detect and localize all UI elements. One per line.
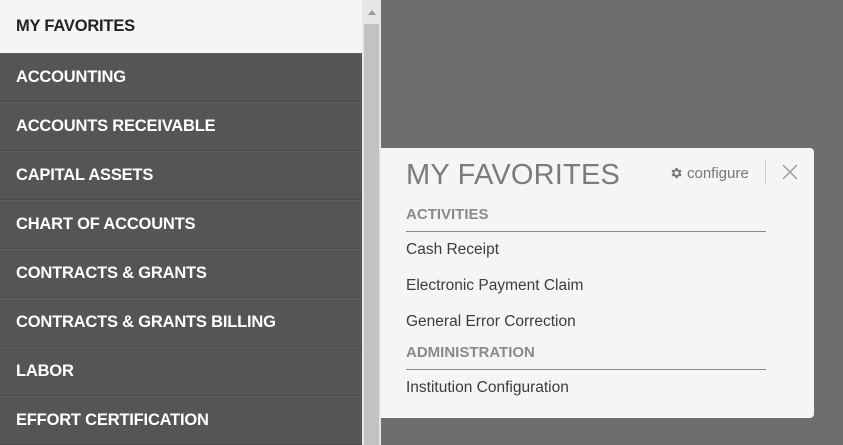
configure-label: configure	[687, 164, 749, 182]
gear-icon	[671, 167, 682, 179]
sidebar-item-accounting[interactable]: ACCOUNTING	[0, 53, 362, 102]
panel-title: MY FAVORITES	[406, 159, 621, 191]
section-header-administration: ADMINISTRATION	[406, 344, 766, 370]
sidebar-item-my-favorites[interactable]: MY FAVORITES	[0, 0, 362, 53]
scrollbar-thumb[interactable]	[364, 24, 379, 445]
section-header-activities: ACTIVITIES	[406, 206, 766, 232]
sidebar-item-labor[interactable]: LABOR	[0, 347, 362, 396]
sidebar-item-contracts-grants[interactable]: CONTRACTS & GRANTS	[0, 249, 362, 298]
favorites-panel: MY FAVORITES configure ACTIVITIES Cash R…	[381, 148, 814, 418]
sidebar-item-chart-of-accounts[interactable]: CHART OF ACCOUNTS	[0, 200, 362, 249]
sidebar-nav: MY FAVORITES ACCOUNTING ACCOUNTS RECEIVA…	[0, 0, 362, 445]
header-divider	[765, 160, 766, 185]
close-icon[interactable]	[780, 162, 800, 182]
sidebar-item-accounts-receivable[interactable]: ACCOUNTS RECEIVABLE	[0, 102, 362, 151]
chevron-up-icon[interactable]	[362, 0, 381, 24]
sidebar-item-capital-assets[interactable]: CAPITAL ASSETS	[0, 151, 362, 200]
sidebar-scrollbar[interactable]	[362, 0, 381, 445]
favorite-link-general-error-correction[interactable]: General Error Correction	[406, 313, 576, 331]
configure-button[interactable]: configure	[669, 163, 749, 183]
favorite-link-electronic-payment-claim[interactable]: Electronic Payment Claim	[406, 277, 583, 295]
sidebar-item-contracts-grants-billing[interactable]: CONTRACTS & GRANTS BILLING	[0, 298, 362, 347]
favorite-link-cash-receipt[interactable]: Cash Receipt	[406, 241, 499, 259]
favorite-link-institution-configuration[interactable]: Institution Configuration	[406, 379, 569, 397]
sidebar-item-effort-certification[interactable]: EFFORT CERTIFICATION	[0, 396, 362, 445]
